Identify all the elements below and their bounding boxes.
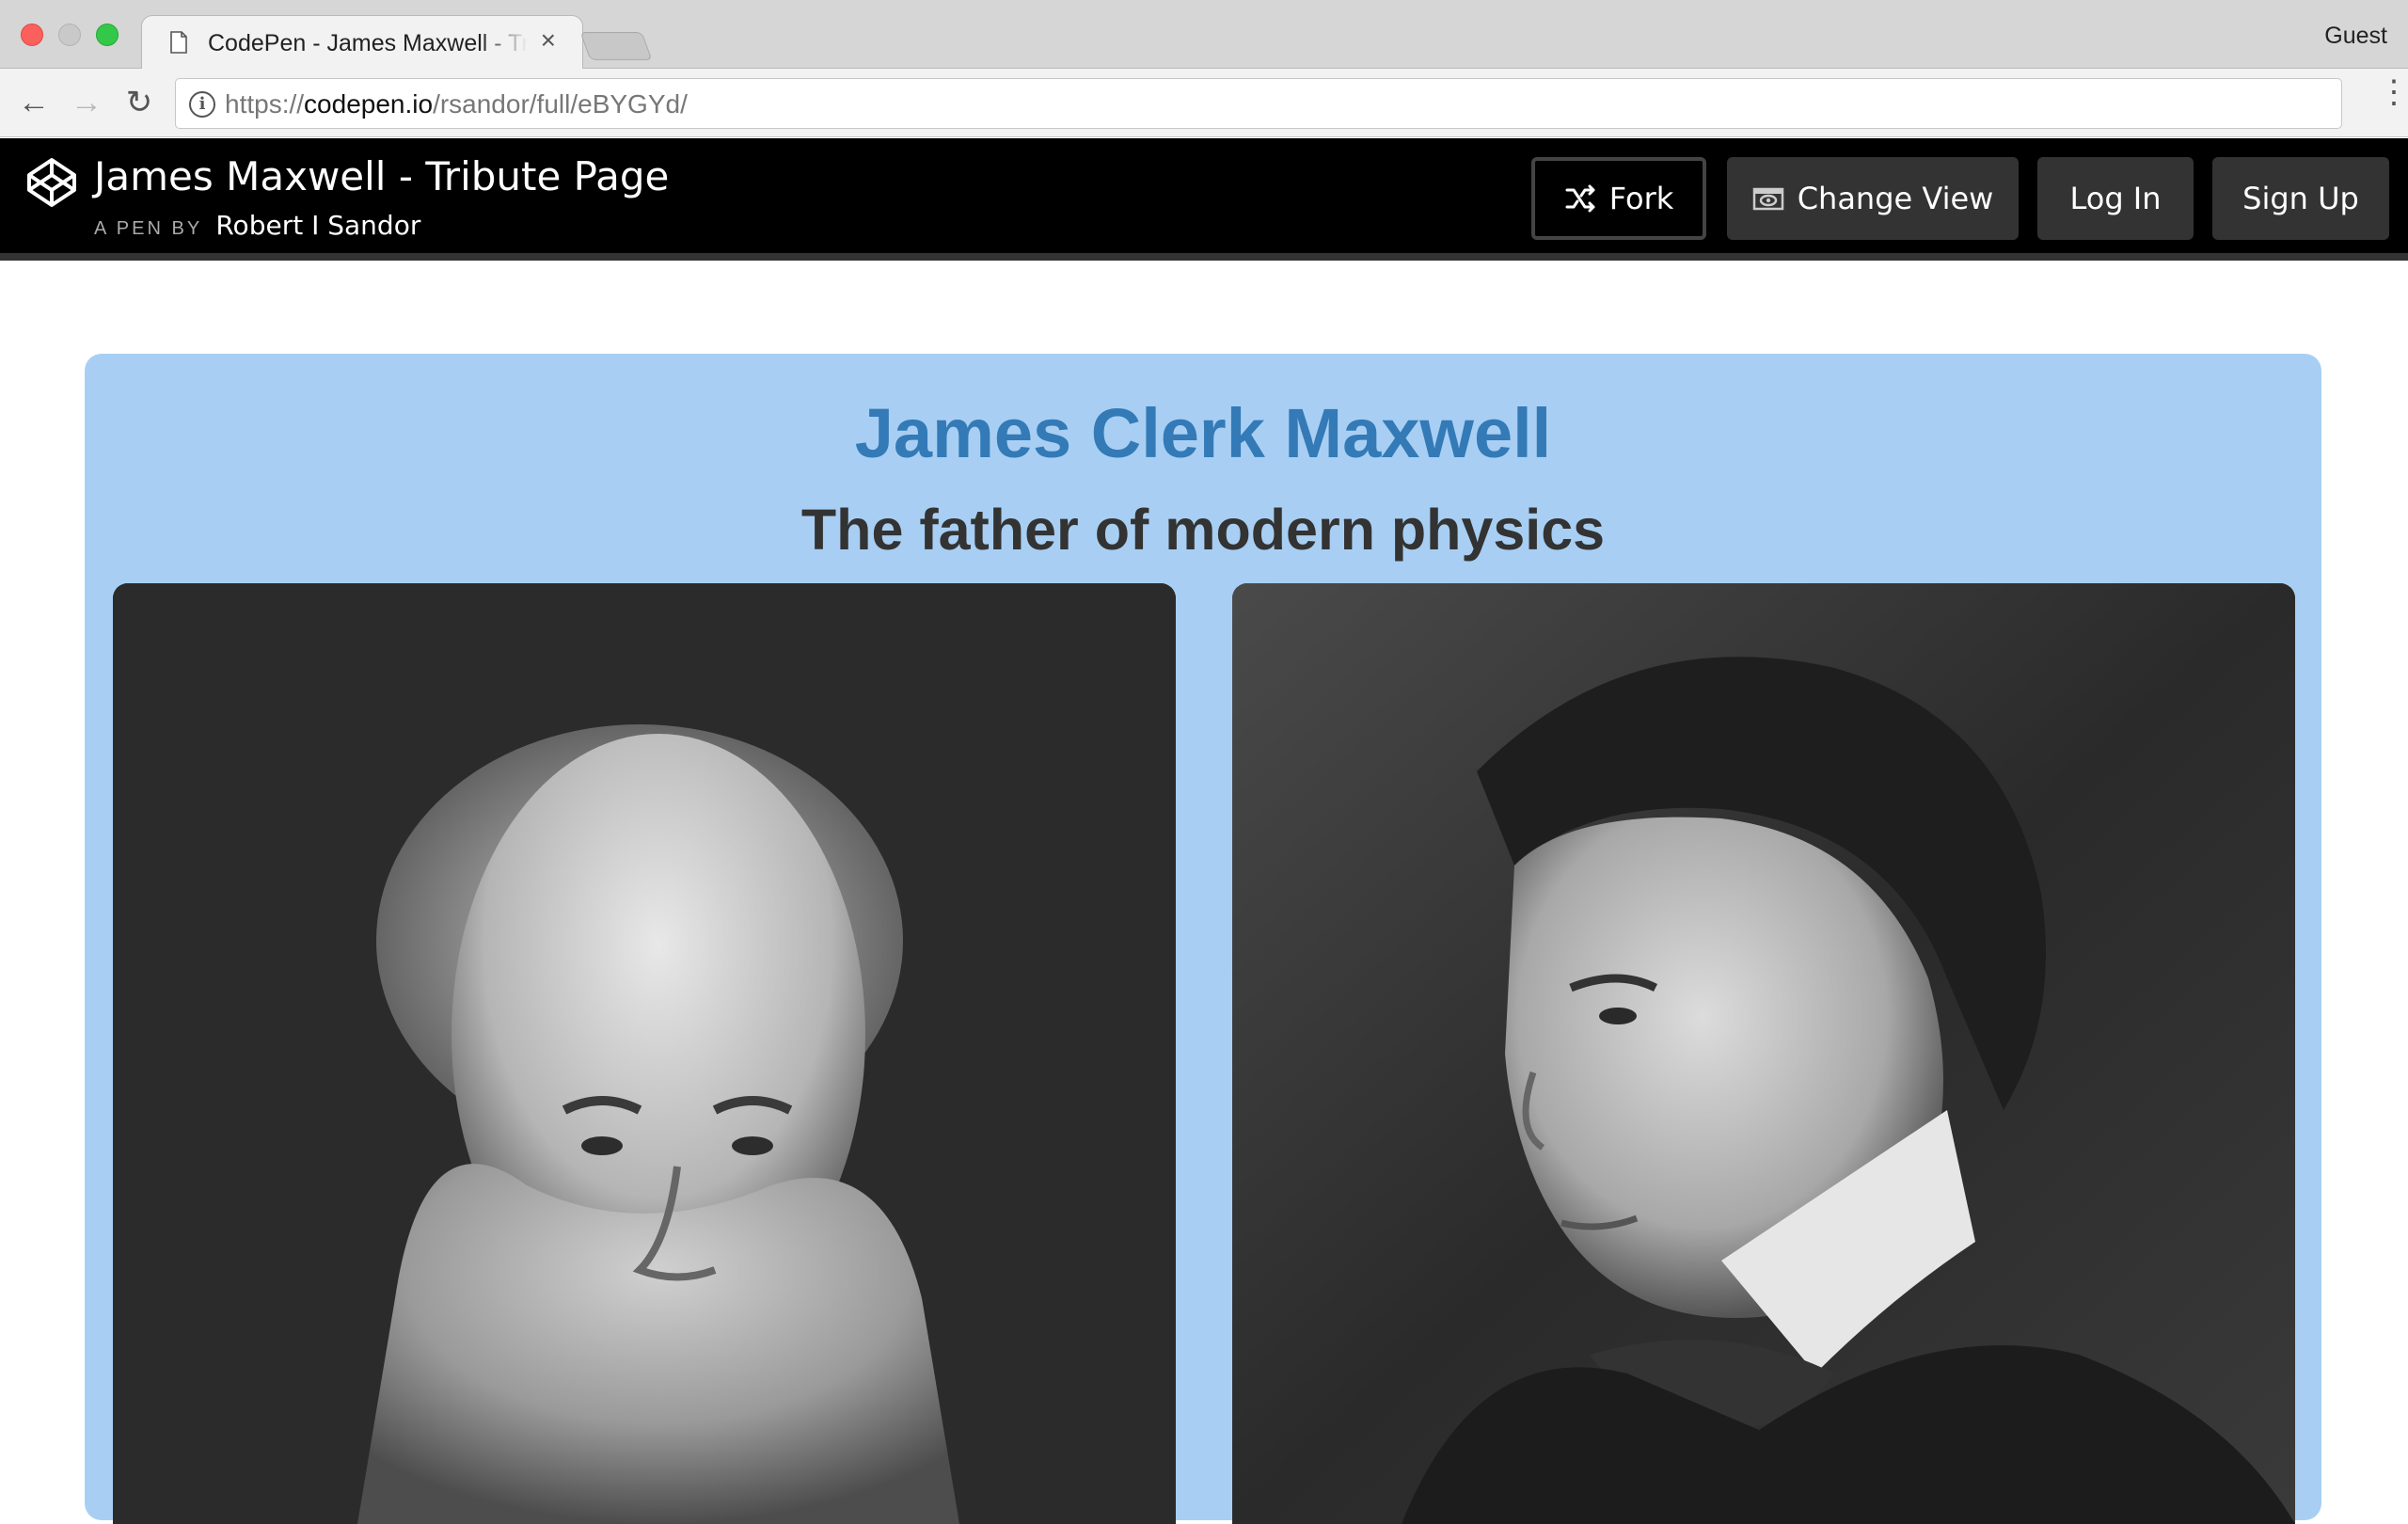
tab-title: CodePen - James Maxwell - Tribute Page (208, 30, 528, 56)
portrait-image-younger (1232, 583, 2295, 1524)
browser-tabstrip: CodePen - James Maxwell - Tribute Page ×… (0, 0, 2408, 70)
page-subtitle: The father of modern physics (800, 498, 1606, 562)
fork-icon (1565, 184, 1595, 213)
page-icon (170, 31, 187, 54)
forward-arrow-icon[interactable]: → (68, 84, 105, 121)
url-text[interactable]: https://codepen.io/rsandor/full/eBYGYd/ (225, 89, 688, 119)
new-tab-button[interactable] (579, 32, 653, 60)
address-bar[interactable]: i https://codepen.io/rsandor/full/eBYGYd… (175, 78, 2342, 129)
pen-title: James Maxwell - Tribute Page (94, 153, 670, 199)
page-title: James Clerk Maxwell (854, 394, 1552, 472)
author-link[interactable]: Robert I Sandor (215, 210, 420, 241)
change-view-label: Change View (1797, 181, 1994, 216)
url-path: /rsandor/full/eBYGYd/ (433, 89, 688, 119)
profile-guest-label[interactable]: Guest (2324, 23, 2387, 50)
close-window-button[interactable] (21, 24, 43, 46)
byline-label: A PEN BY (94, 218, 202, 239)
browser-menu-icon[interactable]: ⋮ (2378, 76, 2408, 123)
fork-button[interactable]: Fork (1531, 157, 1706, 240)
minimize-window-button[interactable] (58, 24, 81, 46)
url-prefix: https:// (225, 89, 305, 119)
log-in-button[interactable]: Log In (2037, 157, 2194, 240)
portrait-image-older (113, 583, 1176, 1524)
tribute-container: James Clerk Maxwell The father of modern… (85, 354, 2321, 1524)
maximize-window-button[interactable] (96, 24, 119, 46)
eye-icon (1752, 187, 1783, 211)
change-view-button[interactable]: Change View (1727, 157, 2019, 240)
browser-toolbar: ← → ↻ i https://codepen.io/rsandor/full/… (0, 69, 2408, 137)
back-arrow-icon[interactable]: ← (15, 84, 53, 121)
pen-byline: A PEN BY Robert I Sandor (94, 210, 420, 241)
fork-label: Fork (1608, 181, 1674, 216)
browser-tab-active[interactable]: CodePen - James Maxwell - Tribute Page × (141, 15, 583, 70)
codepen-logo-icon[interactable] (26, 157, 77, 208)
codepen-header: James Maxwell - Tribute Page A PEN BY Ro… (0, 138, 2408, 261)
reload-icon[interactable]: ↻ (120, 84, 158, 121)
url-host: codepen.io (304, 89, 434, 119)
sign-up-button[interactable]: Sign Up (2212, 157, 2389, 240)
info-icon[interactable]: i (189, 91, 215, 118)
tab-close-icon[interactable]: × (541, 25, 556, 55)
